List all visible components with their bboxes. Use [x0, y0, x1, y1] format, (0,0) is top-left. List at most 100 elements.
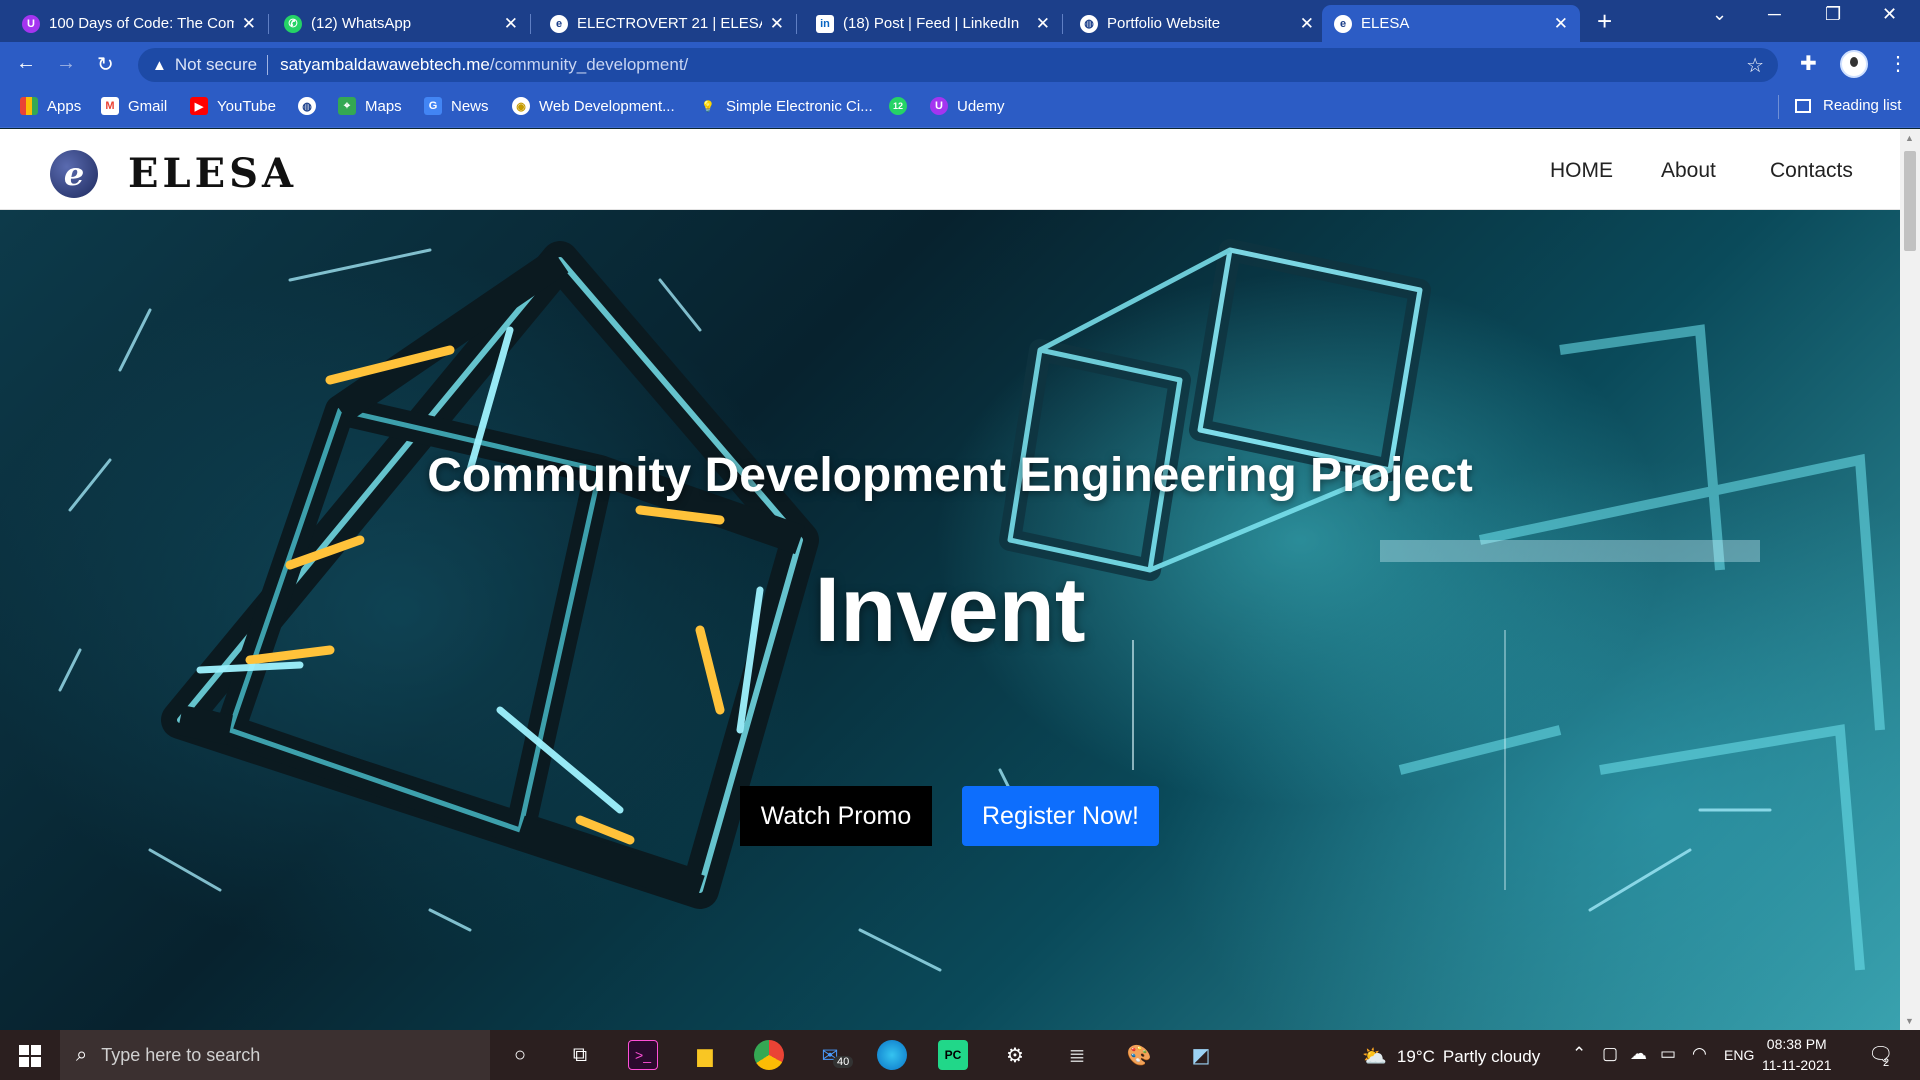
tab-electrovert[interactable]: e ELECTROVERT 21 | ELESA ✕ [538, 5, 797, 42]
menu-dots-icon[interactable]: ⋮ [1888, 51, 1908, 76]
terminal-icon[interactable]: >_ [628, 1040, 658, 1070]
bookmarks-bar: Apps M Gmail ▶ YouTube ◍ ⌖ Maps G News ◉… [0, 88, 1920, 128]
tab-title: Portfolio Website [1107, 15, 1221, 32]
nav-contacts[interactable]: Contacts [1770, 159, 1853, 183]
weather-widget[interactable]: ⛅ 19°C Partly cloudy [1362, 1044, 1540, 1069]
windows-taskbar: ⌕ Type here to search ○ ⧉ >_ ▆ ✉ 40 PC ⚙… [0, 1030, 1920, 1080]
bookmark-star-icon[interactable]: ☆ [1746, 53, 1764, 78]
settings-gear-icon[interactable]: ⚙ [1000, 1040, 1030, 1070]
new-tab-button[interactable]: + [1597, 6, 1612, 37]
scrollbar-thumb[interactable] [1904, 151, 1916, 251]
restore-button[interactable]: ❐ [1825, 4, 1841, 25]
notes-app-icon[interactable]: ◩ [1186, 1040, 1216, 1070]
tab-linkedin[interactable]: in (18) Post | Feed | LinkedIn ✕ [804, 5, 1063, 42]
profile-avatar[interactable] [1840, 50, 1868, 78]
udemy-icon: U [22, 14, 40, 33]
close-icon[interactable]: ✕ [1300, 14, 1314, 34]
device-icon[interactable]: ▢ [1602, 1044, 1618, 1064]
edge-icon[interactable] [877, 1040, 907, 1070]
chevron-up-icon[interactable]: ⌃ [1572, 1044, 1586, 1064]
close-icon[interactable]: ✕ [504, 14, 518, 34]
cortana-icon[interactable]: ○ [505, 1040, 535, 1070]
address-bar[interactable]: ▲ Not secure satyambaldawawebtech.me /co… [138, 48, 1778, 82]
reload-button[interactable]: ↻ [97, 52, 114, 77]
paint-icon[interactable]: 🎨 [1124, 1040, 1154, 1070]
tab-udemy-course[interactable]: U 100 Days of Code: The Com ✕ [10, 5, 269, 42]
taskbar-search-box[interactable]: ⌕ Type here to search [60, 1030, 490, 1080]
maps-icon: ⌖ [338, 97, 356, 115]
bookmark-web-development[interactable]: ◉ Web Development... [512, 97, 675, 115]
weather-desc: Partly cloudy [1442, 1046, 1541, 1066]
language-indicator[interactable]: ENG [1724, 1047, 1754, 1063]
watch-promo-button[interactable]: Watch Promo [740, 786, 932, 846]
site-logo-text[interactable]: ELESA [128, 150, 297, 197]
bookmark-label: Gmail [128, 97, 168, 115]
bookmark-youtube[interactable]: ▶ YouTube [190, 97, 276, 115]
onedrive-cloud-icon[interactable]: ☁ [1630, 1044, 1647, 1064]
wifi-icon[interactable]: ◠ [1692, 1044, 1707, 1064]
news-icon: G [424, 97, 442, 115]
chrome-icon[interactable] [754, 1040, 784, 1070]
scroll-down-icon[interactable]: ▼ [1905, 1016, 1914, 1026]
back-button[interactable]: ← [16, 52, 36, 75]
tab-elesa-active[interactable]: e ELESA ✕ [1322, 5, 1580, 42]
reading-list-icon [1795, 98, 1811, 113]
close-icon[interactable]: ✕ [1554, 14, 1568, 34]
bookmark-label: Maps [365, 97, 402, 115]
bookmark-apps[interactable]: Apps [20, 97, 81, 115]
scroll-up-icon[interactable]: ▲ [1905, 133, 1914, 143]
tab-title: ELECTROVERT 21 | ELESA [577, 15, 762, 32]
bookmark-label: Simple Electronic Ci... [726, 97, 873, 115]
file-explorer-icon[interactable]: ▆ [690, 1040, 720, 1070]
bookmark-label: Web Development... [539, 97, 675, 115]
close-icon[interactable]: ✕ [770, 14, 784, 34]
hero-title: Community Development Engineering Projec… [427, 449, 1473, 502]
bookmark-label: Udemy [957, 97, 1005, 115]
url-host: satyambaldawawebtech.me [280, 55, 490, 74]
register-now-button[interactable]: Register Now! [962, 786, 1159, 846]
task-view-icon[interactable]: ⧉ [565, 1040, 595, 1070]
clock[interactable]: 08:38 PM 11-11-2021 [1762, 1034, 1832, 1076]
bookmark-news[interactable]: G News [424, 97, 489, 115]
reading-list-button[interactable]: Reading list [1795, 97, 1901, 114]
bookmark-udemy[interactable]: U Udemy [930, 97, 1005, 115]
bookmark-maps[interactable]: ⌖ Maps [338, 97, 402, 115]
tab-search-icon[interactable]: ⌄ [1712, 4, 1727, 25]
pycharm-icon[interactable]: PC [938, 1040, 968, 1070]
database-icon[interactable]: ≣ [1062, 1040, 1092, 1070]
bookmark-globe[interactable]: ◍ [298, 97, 325, 115]
bookmark-gmail[interactable]: M Gmail [101, 97, 167, 115]
nav-about[interactable]: About [1661, 159, 1716, 183]
forward-button[interactable]: → [56, 52, 76, 75]
tab-strip: U 100 Days of Code: The Com ✕ ✆ (12) Wha… [0, 0, 1920, 42]
tab-title: 100 Days of Code: The Com [49, 15, 234, 32]
windows-start-icon[interactable] [19, 1045, 41, 1067]
tab-portfolio[interactable]: ◍ Portfolio Website ✕ [1068, 5, 1326, 42]
battery-icon[interactable]: ▭ [1660, 1044, 1676, 1064]
tab-title: (18) Post | Feed | LinkedIn [843, 15, 1020, 32]
youtube-icon: ▶ [190, 97, 208, 115]
tab-title: (12) WhatsApp [311, 15, 412, 32]
partly-cloudy-icon: ⛅ [1362, 1046, 1387, 1068]
bookmark-label: YouTube [217, 97, 276, 115]
minimize-button[interactable]: ─ [1768, 4, 1781, 25]
close-window-button[interactable]: ✕ [1882, 4, 1897, 25]
web-dev-icon: ◉ [512, 97, 530, 115]
elesa-logo-icon[interactable]: e [50, 150, 98, 198]
notification-center-icon[interactable]: 🗨 [1868, 1042, 1893, 1067]
web-page: e ELESA HOME About Contacts Community De… [0, 129, 1900, 1030]
page-scrollbar[interactable]: ▲ ▼ [1900, 129, 1920, 1030]
close-icon[interactable]: ✕ [1036, 14, 1050, 34]
bookmark-whatsapp[interactable]: 12 [889, 97, 916, 115]
security-label[interactable]: Not secure [175, 55, 257, 75]
nav-home[interactable]: HOME [1550, 159, 1613, 183]
extensions-icon[interactable]: ✚ [1800, 51, 1817, 76]
clock-time: 08:38 PM [1766, 1036, 1827, 1052]
tab-title: ELESA [1361, 15, 1410, 32]
search-placeholder: Type here to search [101, 1044, 261, 1065]
globe-icon: ◍ [1080, 14, 1098, 33]
bookmark-simple-electronic[interactable]: 💡 Simple Electronic Ci... [699, 97, 873, 115]
close-icon[interactable]: ✕ [242, 14, 256, 34]
elesa-icon: e [550, 14, 568, 33]
tab-whatsapp[interactable]: ✆ (12) WhatsApp ✕ [272, 5, 531, 42]
